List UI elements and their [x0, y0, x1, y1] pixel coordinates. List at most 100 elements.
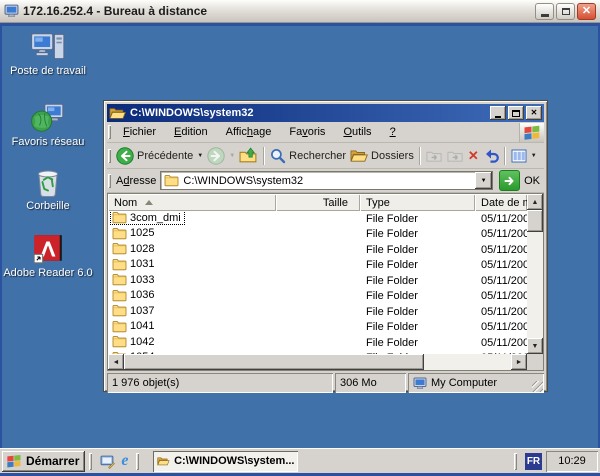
address-input[interactable]: C:\WINDOWS\system32 ▼ — [160, 171, 493, 190]
copy-to-button[interactable] — [445, 149, 466, 163]
up-button[interactable] — [237, 147, 260, 164]
file-row[interactable]: 1033 File Folder 05/11/200 — [108, 273, 527, 289]
move-to-icon — [426, 149, 443, 163]
desktop-icon-my-computer[interactable]: Poste de travail — [2, 31, 94, 77]
window-close-button[interactable]: ✕ — [526, 106, 542, 120]
taskbar-grip[interactable] — [89, 453, 92, 470]
scroll-down-icon[interactable]: ▼ — [527, 338, 543, 354]
file-name-box[interactable]: 1041 — [110, 319, 158, 334]
folder-icon — [112, 211, 127, 224]
menu-item[interactable]: Favoris — [280, 124, 334, 140]
undo-button[interactable] — [481, 148, 501, 164]
file-name-box[interactable]: 1025 — [110, 226, 158, 241]
horizontal-scrollbar[interactable]: ◄ ► — [108, 354, 527, 370]
go-button[interactable]: OK — [499, 170, 540, 191]
window-maximize-button[interactable] — [508, 106, 524, 120]
start-button[interactable]: Démarrer — [2, 451, 85, 472]
forward-button[interactable]: ▼ — [205, 147, 237, 165]
folder-up-icon — [239, 147, 258, 164]
column-header-type[interactable]: Type — [360, 194, 475, 211]
file-name-box[interactable]: 1033 — [110, 272, 158, 287]
views-button[interactable]: ▼ — [509, 149, 539, 163]
desktop-icon-recycle-bin[interactable]: Corbeille — [2, 166, 94, 212]
address-dropdown-button[interactable]: ▼ — [475, 172, 492, 189]
file-type: File Folder — [360, 259, 475, 271]
desktop-icon-adobe-reader[interactable]: Adobe Reader 6.0 — [2, 233, 94, 279]
scrollbar-thumb[interactable] — [124, 354, 424, 370]
taskbar-grip[interactable] — [514, 453, 517, 470]
folder-icon — [164, 174, 179, 187]
address-value: C:\WINDOWS\system32 — [183, 175, 475, 187]
rdp-minimize-button[interactable] — [535, 3, 554, 20]
scroll-up-icon[interactable]: ▲ — [527, 194, 543, 210]
menu-item[interactable]: Fichier — [114, 124, 165, 140]
file-date: 05/11/200 — [475, 275, 527, 287]
taskbar-task-button[interactable]: C:\WINDOWS\system... — [153, 451, 298, 472]
rdp-window-icon — [4, 4, 19, 18]
folder-icon — [112, 273, 127, 286]
toolbar-grip[interactable] — [108, 125, 111, 139]
file-row[interactable]: 1031 File Folder 05/11/200 — [108, 258, 527, 274]
folder-open-icon — [157, 454, 170, 468]
move-to-button[interactable] — [424, 149, 445, 163]
file-name-box[interactable]: 1037 — [110, 303, 158, 318]
maximize-icon — [512, 110, 520, 117]
resize-grip[interactable] — [532, 381, 543, 392]
file-row[interactable]: 1037 File Folder 05/11/200 — [108, 304, 527, 320]
delete-button[interactable]: ✕ — [466, 149, 481, 162]
file-type: File Folder — [360, 244, 475, 256]
folder-icon — [112, 335, 127, 348]
file-row[interactable]: 1025 File Folder 05/11/200 — [108, 227, 527, 243]
file-name-box[interactable]: 1031 — [110, 257, 158, 272]
back-button[interactable]: Précédente ▼ — [114, 147, 205, 165]
menu-item[interactable]: Edition — [165, 124, 217, 140]
rdp-maximize-button[interactable] — [556, 3, 575, 20]
desktop-icon-network-places[interactable]: Favoris réseau — [2, 102, 94, 148]
file-name-box[interactable]: 3com_dmi — [110, 211, 185, 225]
file-name-box[interactable]: 1036 — [110, 288, 158, 303]
vertical-scrollbar[interactable]: ▲ ▼ — [527, 194, 543, 354]
toolbar-grip[interactable] — [108, 174, 111, 188]
file-row[interactable]: 1042 File Folder 05/11/200 — [108, 335, 527, 351]
language-indicator[interactable]: FR — [525, 453, 542, 470]
menu-item[interactable]: Affichage — [217, 124, 281, 140]
column-header-name[interactable]: Nom — [108, 194, 276, 211]
file-row[interactable]: 1036 File Folder 05/11/200 — [108, 289, 527, 305]
file-name: 1036 — [130, 289, 154, 301]
rdp-titlebar: 172.16.252.4 - Bureau à distance ✕ — [0, 0, 600, 23]
system-tray: FR 10:29 — [510, 451, 598, 472]
taskbar-grip[interactable] — [136, 453, 139, 470]
file-row[interactable]: 1028 File Folder 05/11/200 — [108, 242, 527, 258]
menu-item[interactable]: Outils — [334, 124, 380, 140]
folder-icon — [112, 320, 127, 333]
toolbar-grip[interactable] — [108, 149, 111, 163]
column-header-size[interactable]: Taille — [276, 194, 360, 211]
desktop[interactable]: Poste de travail Favoris réseau Corbeill… — [0, 23, 600, 448]
separator — [504, 147, 506, 165]
explorer-titlebar[interactable]: C:\WINDOWS\system32 ✕ — [107, 104, 544, 122]
file-name-box[interactable]: 1042 — [110, 334, 158, 349]
file-name-box[interactable]: 1028 — [110, 241, 158, 256]
column-header-date[interactable]: Date de mo — [475, 194, 527, 211]
window-minimize-button[interactable] — [490, 106, 506, 120]
scroll-left-icon[interactable]: ◄ — [108, 354, 124, 370]
taskbar-clock[interactable]: 10:29 — [546, 451, 598, 472]
scroll-right-icon[interactable]: ► — [511, 354, 527, 370]
column-label: Taille — [323, 197, 348, 209]
scrollbar-corner — [527, 354, 543, 370]
rdp-close-button[interactable]: ✕ — [577, 3, 596, 20]
search-button[interactable]: Rechercher — [268, 148, 348, 164]
folder-icon — [112, 242, 127, 255]
internet-explorer-icon[interactable]: e — [121, 453, 128, 469]
address-bar: Adresse C:\WINDOWS\system32 ▼ OK — [107, 169, 544, 193]
menu-item[interactable]: ? — [381, 124, 405, 140]
file-row[interactable]: 1041 File Folder 05/11/200 — [108, 320, 527, 336]
file-row[interactable]: 3com_dmi File Folder 05/11/200 — [108, 211, 527, 227]
file-type: File Folder — [360, 306, 475, 318]
scrollbar-thumb[interactable] — [527, 210, 543, 232]
file-rows: 3com_dmi File Folder 05/11/200 1025 File… — [108, 211, 527, 354]
folder-open-icon — [109, 106, 126, 120]
back-label: Précédente — [137, 150, 193, 162]
show-desktop-icon[interactable] — [100, 454, 115, 469]
folders-button[interactable]: Dossiers — [348, 148, 416, 163]
